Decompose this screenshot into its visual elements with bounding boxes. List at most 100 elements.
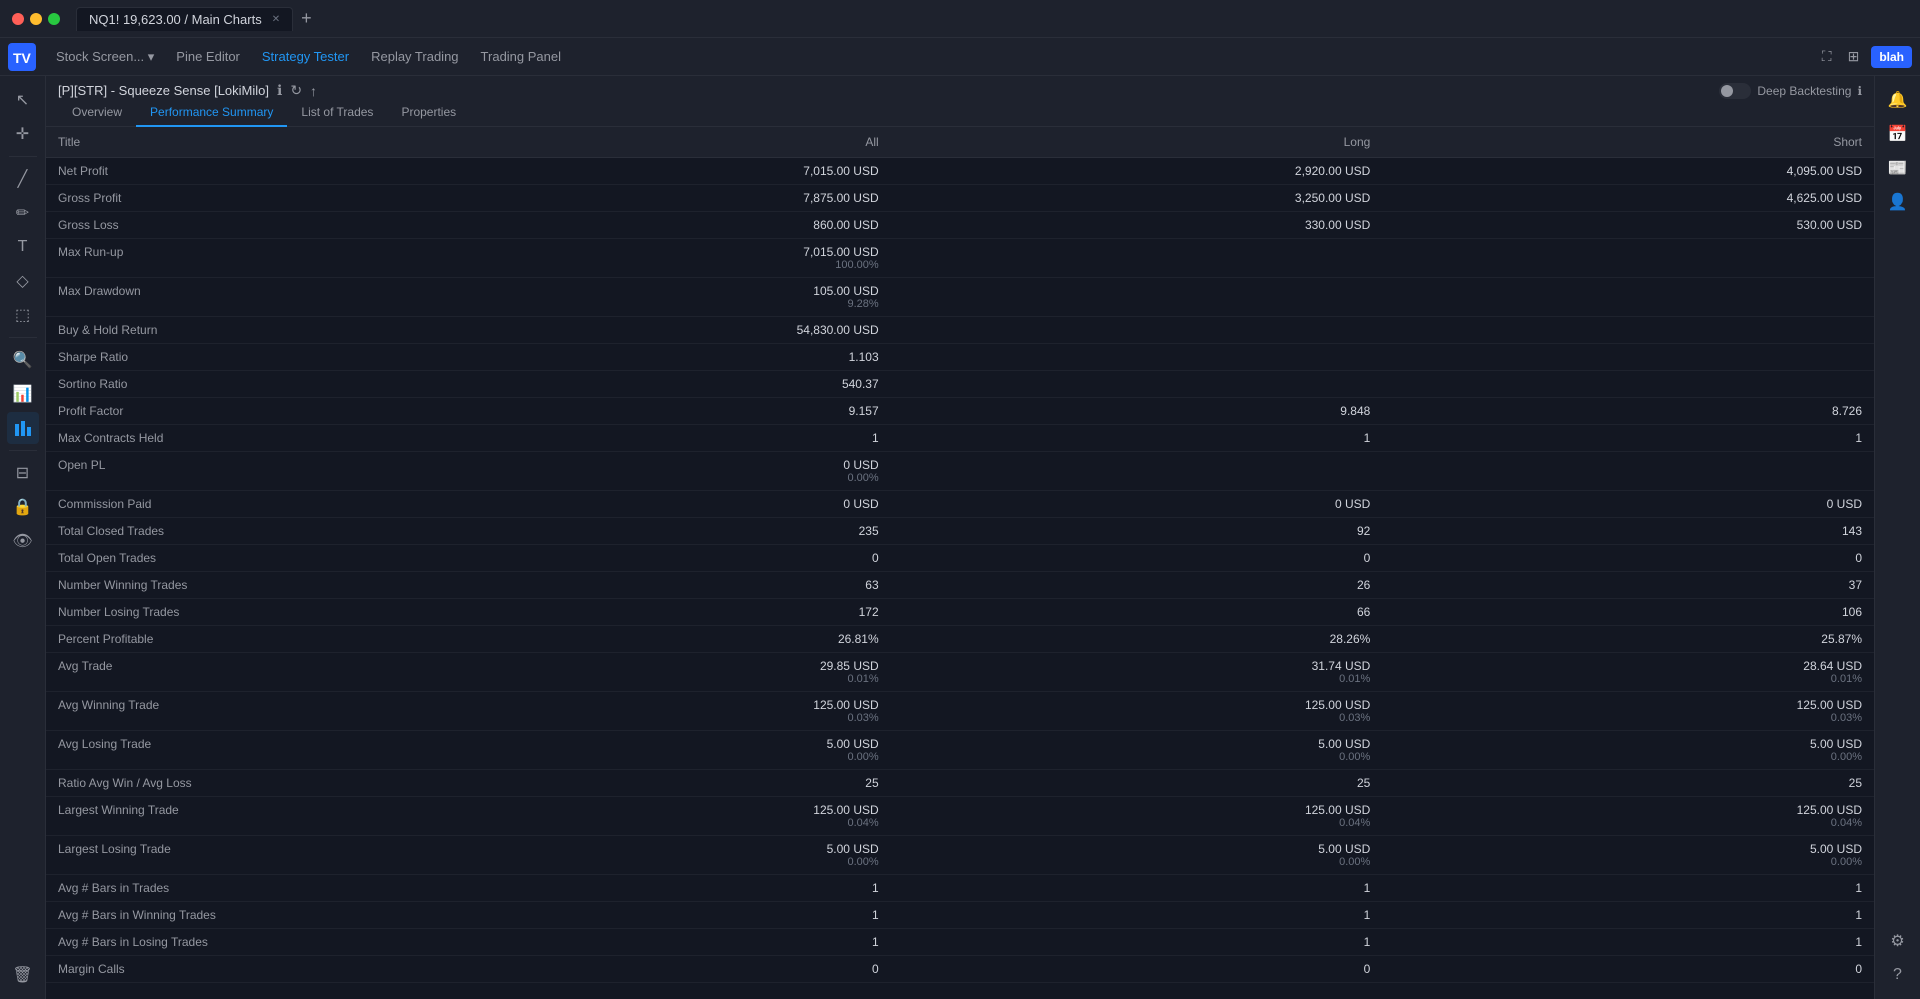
zoom-icon[interactable]: 🔍 (7, 344, 39, 376)
alert-icon[interactable]: 🔔 (1882, 84, 1914, 116)
deep-backtesting-switch[interactable] (1719, 83, 1751, 99)
fullscreen-icon[interactable]: ⛶ (1816, 44, 1838, 69)
trash-icon[interactable]: 🗑 (7, 959, 39, 991)
cell-long (891, 239, 1383, 278)
cell-all: 25 (366, 770, 891, 797)
cell-long (891, 371, 1383, 398)
cell-long: 31.74 USD0.01% (891, 653, 1383, 692)
pine-editor-nav[interactable]: Pine Editor (166, 44, 250, 69)
strategy-tester-nav[interactable]: Strategy Tester (252, 44, 359, 69)
tab-overview[interactable]: Overview (58, 99, 136, 127)
table-row: Net Profit7,015.00 USD2,920.00 USD4,095.… (46, 158, 1874, 185)
layers-icon[interactable]: ⊟ (7, 457, 39, 489)
cell-short (1382, 317, 1874, 344)
cell-short: 25.87% (1382, 626, 1874, 653)
cell-short (1382, 278, 1874, 317)
cell-title: Number Losing Trades (46, 599, 366, 626)
table-row: Sortino Ratio540.37 (46, 371, 1874, 398)
col-short: Short (1382, 127, 1874, 158)
cell-all: 172 (366, 599, 891, 626)
cell-title: Sharpe Ratio (46, 344, 366, 371)
cell-short (1382, 452, 1874, 491)
cell-title: Largest Winning Trade (46, 797, 366, 836)
cell-title: Total Closed Trades (46, 518, 366, 545)
settings-bottom-icon[interactable]: ⚙ (1882, 925, 1914, 957)
cell-long: 3,250.00 USD (891, 185, 1383, 212)
layout-icon[interactable]: ⊞ (1842, 44, 1866, 69)
strategy-name: [P][STR] - Squeeze Sense [LokiMilo] (58, 83, 269, 98)
deep-backtesting-info-icon[interactable]: ℹ (1857, 84, 1862, 98)
table-row: Max Run-up7,015.00 USD100.00% (46, 239, 1874, 278)
cell-long: 5.00 USD0.00% (891, 731, 1383, 770)
cell-title: Open PL (46, 452, 366, 491)
close-button[interactable] (12, 13, 24, 25)
lock-icon[interactable]: 🔒 (7, 491, 39, 523)
cell-all: 0 USD0.00% (366, 452, 891, 491)
trading-panel-nav[interactable]: Trading Panel (471, 44, 571, 69)
info-icon[interactable]: ℹ (277, 82, 282, 99)
table-row: Profit Factor9.1579.8488.726 (46, 398, 1874, 425)
chart-icon[interactable]: 📊 (7, 378, 39, 410)
strategy-icon[interactable] (7, 412, 39, 444)
export-icon[interactable]: ↑ (310, 83, 317, 99)
cell-short: 1 (1382, 875, 1874, 902)
new-tab-button[interactable]: + (301, 8, 312, 29)
shape-icon[interactable]: ◇ (7, 265, 39, 297)
cell-title: Buy & Hold Return (46, 317, 366, 344)
cell-all: 26.81% (366, 626, 891, 653)
eye-icon[interactable]: 👁 (7, 525, 39, 557)
cursor-icon[interactable]: ↖ (7, 84, 39, 116)
table-row: Margin Calls000 (46, 956, 1874, 983)
table-row: Largest Losing Trade5.00 USD0.00%5.00 US… (46, 836, 1874, 875)
chart-tab-close[interactable]: ✕ (272, 14, 280, 25)
tab-properties[interactable]: Properties (387, 99, 470, 127)
cell-title: Number Winning Trades (46, 572, 366, 599)
calendar-icon[interactable]: 📅 (1882, 118, 1914, 150)
cell-long: 0 (891, 545, 1383, 572)
panel-header: [P][STR] - Squeeze Sense [LokiMilo] ℹ ↻ … (46, 76, 1874, 127)
cell-title: Gross Loss (46, 212, 366, 239)
chart-tab[interactable]: NQ1! 19,623.00 / Main Charts ✕ (76, 7, 293, 31)
measure-icon[interactable]: ⬚ (7, 299, 39, 331)
cell-all: 7,015.00 USD (366, 158, 891, 185)
pencil-icon[interactable]: ✏ (7, 197, 39, 229)
left-sidebar: ↖ ✛ ╱ ✏ T ◇ ⬚ 🔍 📊 ⊟ 🔒 👁 🗑 (0, 76, 46, 999)
cell-long: 9.848 (891, 398, 1383, 425)
crosshair-icon[interactable]: ✛ (7, 118, 39, 150)
cell-title: Net Profit (46, 158, 366, 185)
cell-short (1382, 371, 1874, 398)
line-icon[interactable]: ╱ (7, 163, 39, 195)
cell-long (891, 317, 1383, 344)
cell-all: 1.103 (366, 344, 891, 371)
cell-all: 7,875.00 USD (366, 185, 891, 212)
news-icon[interactable]: 📰 (1882, 152, 1914, 184)
table-row: Largest Winning Trade125.00 USD0.04%125.… (46, 797, 1874, 836)
cell-all: 7,015.00 USD100.00% (366, 239, 891, 278)
table-row: Gross Loss860.00 USD330.00 USD530.00 USD (46, 212, 1874, 239)
refresh-icon[interactable]: ↻ (290, 82, 302, 99)
table-row: Number Winning Trades632637 (46, 572, 1874, 599)
cell-short: 25 (1382, 770, 1874, 797)
tab-list-of-trades[interactable]: List of Trades (287, 99, 387, 127)
person-icon[interactable]: 👤 (1882, 186, 1914, 218)
performance-table: Title All Long Short Net Profit7,015.00 … (46, 127, 1874, 983)
cell-all: 54,830.00 USD (366, 317, 891, 344)
text-icon[interactable]: T (7, 231, 39, 263)
cell-all: 235 (366, 518, 891, 545)
tab-performance-summary[interactable]: Performance Summary (136, 99, 287, 127)
cell-short: 1 (1382, 929, 1874, 956)
col-title: Title (46, 127, 366, 158)
maximize-button[interactable] (48, 13, 60, 25)
table-row: Avg # Bars in Winning Trades111 (46, 902, 1874, 929)
minimize-button[interactable] (30, 13, 42, 25)
table-row: Buy & Hold Return54,830.00 USD (46, 317, 1874, 344)
cell-short: 28.64 USD0.01% (1382, 653, 1874, 692)
performance-table-container[interactable]: Title All Long Short Net Profit7,015.00 … (46, 127, 1874, 999)
cell-long: 1 (891, 929, 1383, 956)
sidebar-divider-3 (9, 450, 37, 451)
nav-icons: ⛶ ⊞ (1816, 44, 1866, 69)
stock-screener-nav[interactable]: Stock Screen... (46, 44, 164, 70)
publish-button[interactable]: blah (1871, 46, 1912, 68)
replay-trading-nav[interactable]: Replay Trading (361, 44, 468, 69)
help-icon[interactable]: ? (1882, 959, 1914, 991)
